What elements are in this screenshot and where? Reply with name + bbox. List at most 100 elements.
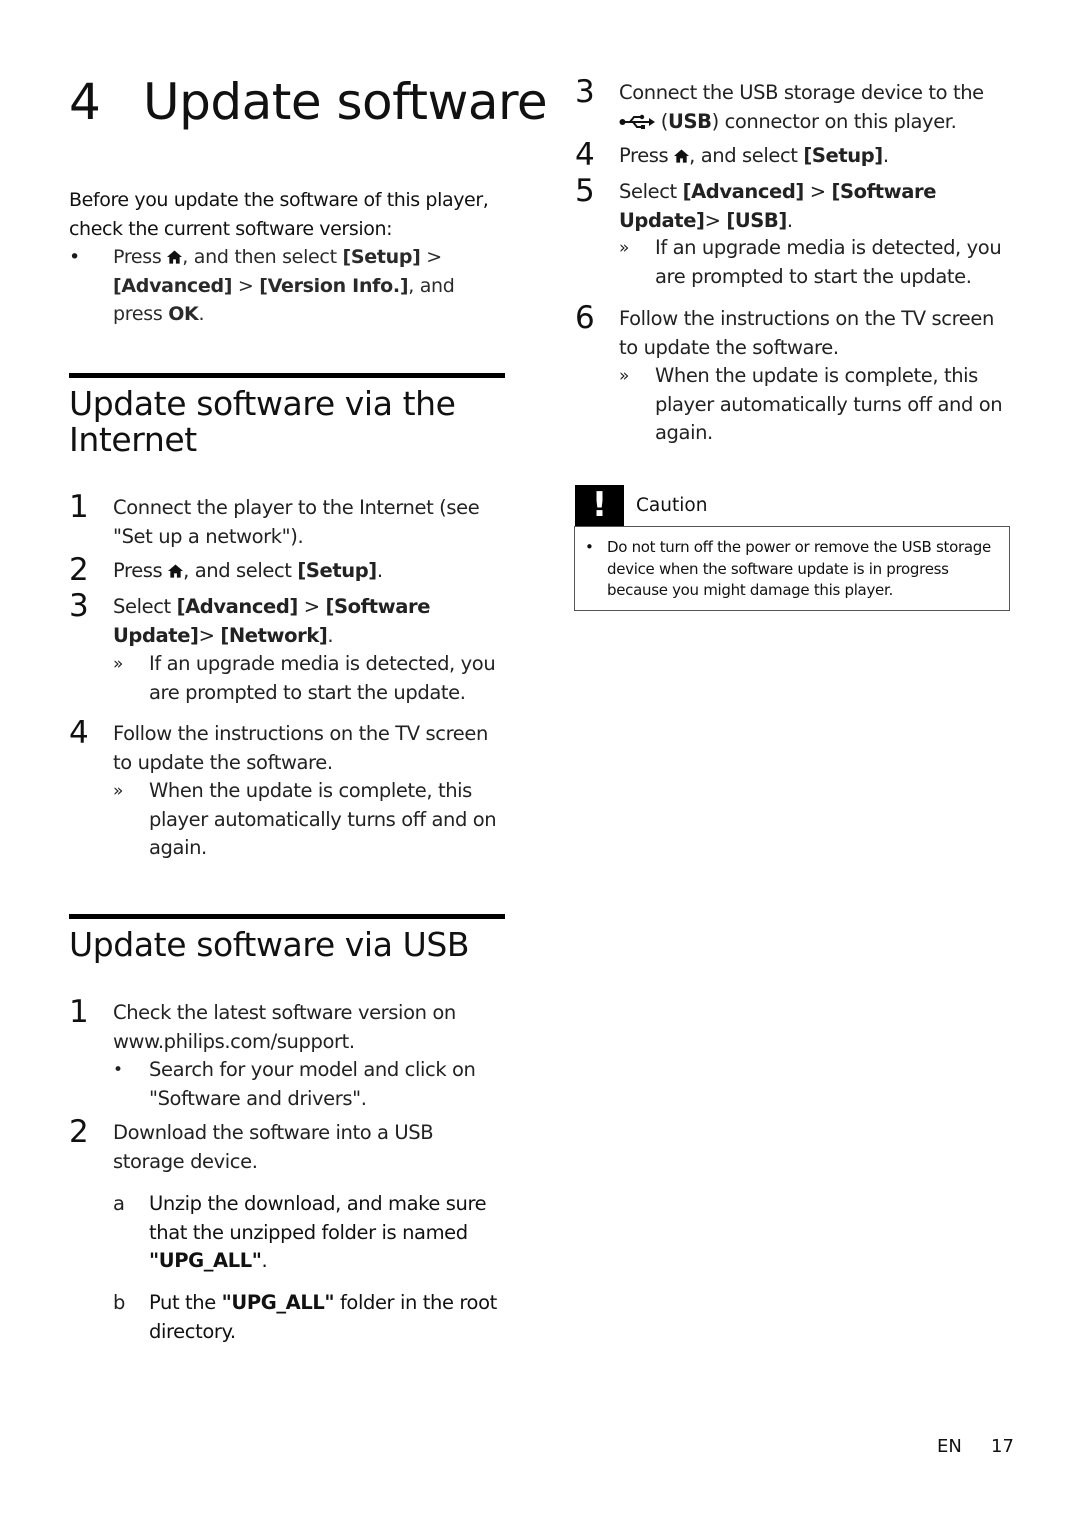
result-text: If an upgrade media is detected, you are… [149,652,496,704]
step-number: 4 [69,715,89,751]
paren: ( [655,109,669,133]
separator: > [803,180,832,203]
footer-language: EN [937,1436,962,1457]
step-number: 5 [575,173,595,209]
text-select: Select [619,180,683,203]
caution-title: Caution [636,495,708,516]
menu-version-info: [Version Info.] [259,274,409,297]
text-then: , and then select [182,246,343,268]
step-number: 2 [69,552,89,588]
caution-text: Do not turn off the power or remove the … [607,538,991,599]
home-icon [167,250,183,264]
menu-advanced: [Advanced] [113,274,233,297]
chapter-title: 4 Update software [69,72,548,132]
result-mark: » [113,781,124,801]
folder-name: "UPG_ALL" [149,1249,262,1272]
chapter-title-text: Update software [143,73,548,131]
text-end: . [198,303,205,325]
usb-step-4: 4 Press , and select [Setup]. [575,138,1015,172]
step-number: 1 [69,994,89,1030]
text-press: Press [619,144,675,167]
connector-usb: USB [668,109,712,133]
separator: > [198,623,221,647]
text-press: Press [113,559,169,582]
exclamation-icon: ! [591,485,608,525]
step-number: 3 [69,588,89,624]
step-text: Select [Advanced] > [Software Update]> [… [619,178,1015,235]
usb-substep-b: b Put the "UPG_ALL" folder in the root d… [113,1289,513,1346]
text-end: . [882,144,889,167]
separator: > [297,595,326,618]
step-text: Connect the player to the Internet (see … [113,496,480,548]
internet-step-3-result: » If an upgrade media is detected, you a… [113,650,513,707]
intro-paragraph: Before you update the software of this p… [69,189,489,240]
text-unzip: Unzip the download, and make sure that t… [149,1192,487,1244]
result-text: When the update is complete, this player… [149,779,497,859]
text-end: . [376,559,383,582]
step-text: Connect the USB storage device to the (U… [619,79,1015,136]
home-icon [674,149,690,163]
usb-step-5-result: » If an upgrade media is detected, you a… [619,234,1019,291]
text-select: , and select [183,559,298,582]
menu-setup: [Setup] [803,144,883,167]
section-title-usb: Update software via USB [69,925,470,964]
step-text: Check the latest software version on www… [113,1001,456,1053]
section-rule [69,914,505,919]
step-number: 2 [69,1114,89,1150]
step-text: Follow the instructions on the TV screen… [619,307,994,359]
usb-step-5: 5 Select [Advanced] > [Software Update]>… [575,174,1015,235]
separator: > [420,246,442,268]
text-put: Put the [149,1291,222,1314]
home-icon [168,564,184,578]
text-press: Press [113,246,168,268]
menu-setup: [Setup] [297,559,377,582]
text-end: . [261,1249,268,1272]
bullet-text: Search for your model and click on "Soft… [149,1058,476,1110]
bullet-mark: • [585,538,594,556]
internet-step-1: 1 Connect the player to the Internet (se… [69,490,509,551]
usb-substep-a: a Unzip the download, and make sure that… [113,1190,513,1276]
separator: > [232,274,260,297]
result-mark: » [619,238,630,258]
substep-text: Put the "UPG_ALL" folder in the root dir… [149,1289,513,1346]
section-title-internet: Update software via the Internet [69,384,456,459]
section-rule [69,373,505,378]
usb-icon [619,114,655,129]
internet-step-4: 4 Follow the instructions on the TV scre… [69,716,509,777]
step-number: 3 [575,74,595,110]
result-mark: » [619,366,630,386]
text-select: , and select [689,144,804,167]
separator: > [704,208,727,232]
substep-mark: b [113,1291,126,1314]
step-text: Download the software into a USB storage… [113,1121,434,1173]
result-text: If an upgrade media is detected, you are… [655,236,1002,288]
usb-step-6-result: » When the update is complete, this play… [619,362,1019,448]
intro-bullet: • Press , and then select [Setup] > [Adv… [69,243,509,329]
usb-step-2: 2 Download the software into a USB stora… [69,1115,509,1176]
step-text: Press , and select [Setup]. [113,557,509,586]
menu-usb: [USB] [726,208,787,232]
step-text: Press , and select [Setup]. [619,142,1015,171]
internet-step-3: 3 Select [Advanced] > [Software Update]>… [69,589,509,650]
substep-mark: a [113,1192,125,1215]
usb-step-1: 1 Check the latest software version on w… [69,995,509,1056]
result-mark: » [113,654,124,674]
text-end: . [786,208,793,232]
bullet-mark: • [113,1060,124,1080]
menu-advanced: [Advanced] [682,180,805,203]
usb-step-6: 6 Follow the instructions on the TV scre… [575,301,1015,362]
step-text: Select [Advanced] > [Software Update]> [… [113,593,509,650]
step-text: Follow the instructions on the TV screen… [113,722,488,774]
step-number: 4 [575,137,595,173]
menu-network: [Network] [220,623,328,647]
folder-name: "UPG_ALL" [221,1291,335,1314]
usb-step-3: 3 Connect the USB storage device to the … [575,75,1015,136]
internet-step-4-result: » When the update is complete, this play… [113,777,513,863]
intro-bullet-text: Press , and then select [Setup] > [Advan… [113,243,509,329]
result-text: When the update is complete, this player… [655,364,1003,444]
text-connector: ) connector on this player. [711,109,957,133]
text-end: . [327,623,334,647]
text-select: Select [113,595,177,618]
page-number: 17 [991,1436,1014,1457]
text-connect: Connect the USB storage device to the [619,81,984,104]
